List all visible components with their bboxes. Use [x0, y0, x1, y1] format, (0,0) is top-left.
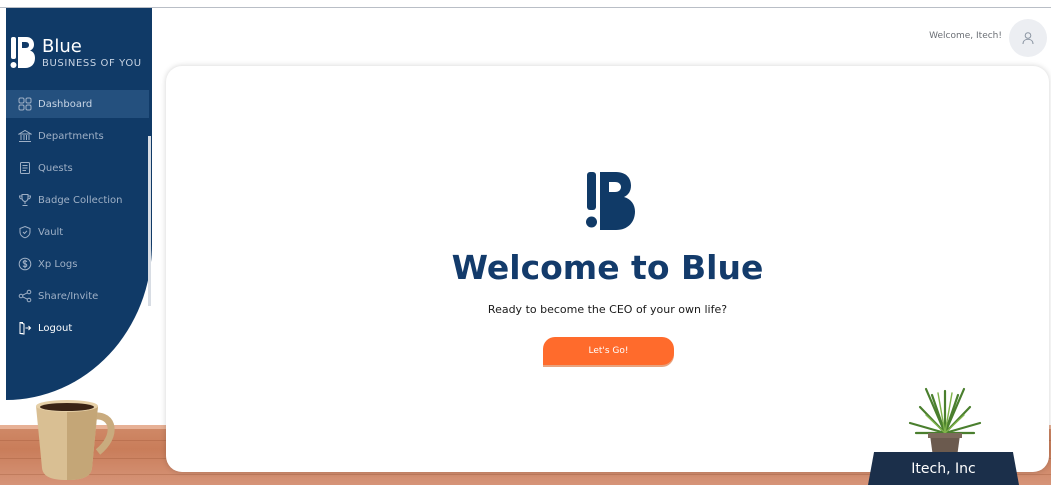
- trophy-icon: [18, 193, 32, 207]
- sidebar-item-quests[interactable]: Quests: [6, 154, 149, 182]
- sidebar-item-label: Vault: [38, 226, 64, 238]
- sidebar-nav: Dashboard Departments Quests Badge Colle…: [6, 90, 152, 346]
- sidebar-item-badge-collection[interactable]: Badge Collection: [6, 186, 149, 214]
- brand-logo[interactable]: Blue BUSINESS OF YOU: [10, 34, 142, 72]
- sidebar-item-vault[interactable]: Vault: [6, 218, 149, 246]
- brand-text: Blue BUSINESS OF YOU: [42, 35, 142, 69]
- top-divider: [0, 7, 1051, 8]
- share-icon: [18, 289, 32, 303]
- sidebar-item-logout[interactable]: Logout: [6, 314, 149, 342]
- sidebar-item-share-invite[interactable]: Share/Invite: [6, 282, 149, 310]
- potted-plant-image: [908, 387, 982, 457]
- logo-mark-icon: [10, 37, 35, 68]
- sidebar-item-label: Quests: [38, 162, 73, 174]
- dollar-circle-icon: [18, 257, 32, 271]
- scroll-icon: [18, 161, 32, 175]
- sidebar-item-label: Logout: [38, 322, 73, 334]
- lets-go-button[interactable]: Let's Go!: [543, 337, 674, 365]
- sidebar: Blue BUSINESS OF YOU Dashboard Departmen…: [6, 8, 152, 400]
- grid-icon: [18, 97, 32, 111]
- page-subtitle: Ready to become the CEO of your own life…: [487, 303, 728, 316]
- user-icon: [1022, 32, 1034, 45]
- sidebar-item-dashboard[interactable]: Dashboard: [6, 90, 149, 118]
- logout-icon: [18, 321, 32, 335]
- bank-icon: [18, 129, 32, 143]
- coffee-mug-image: [36, 400, 115, 480]
- shield-icon: [18, 225, 32, 239]
- sidebar-item-label: Departments: [38, 130, 104, 142]
- sidebar-item-label: Dashboard: [38, 98, 93, 110]
- brand-name: Blue: [42, 35, 82, 57]
- sidebar-item-departments[interactable]: Departments: [6, 122, 149, 150]
- sidebar-item-xp-logs[interactable]: Xp Logs: [6, 250, 149, 278]
- avatar[interactable]: [1009, 19, 1047, 57]
- company-name: Itech, Inc: [911, 460, 976, 477]
- sidebar-item-label: Xp Logs: [38, 258, 78, 270]
- sidebar-item-label: Badge Collection: [38, 194, 123, 206]
- sidebar-scrollbar[interactable]: [148, 136, 151, 306]
- sidebar-item-label: Share/Invite: [38, 290, 99, 302]
- brand-logo-icon: [586, 172, 635, 230]
- page-title: Welcome to Blue: [451, 248, 764, 287]
- brand-tagline: BUSINESS OF YOU: [42, 57, 142, 69]
- company-nameplate: Itech, Inc: [868, 452, 1019, 485]
- welcome-message: Welcome, Itech!: [929, 31, 1002, 41]
